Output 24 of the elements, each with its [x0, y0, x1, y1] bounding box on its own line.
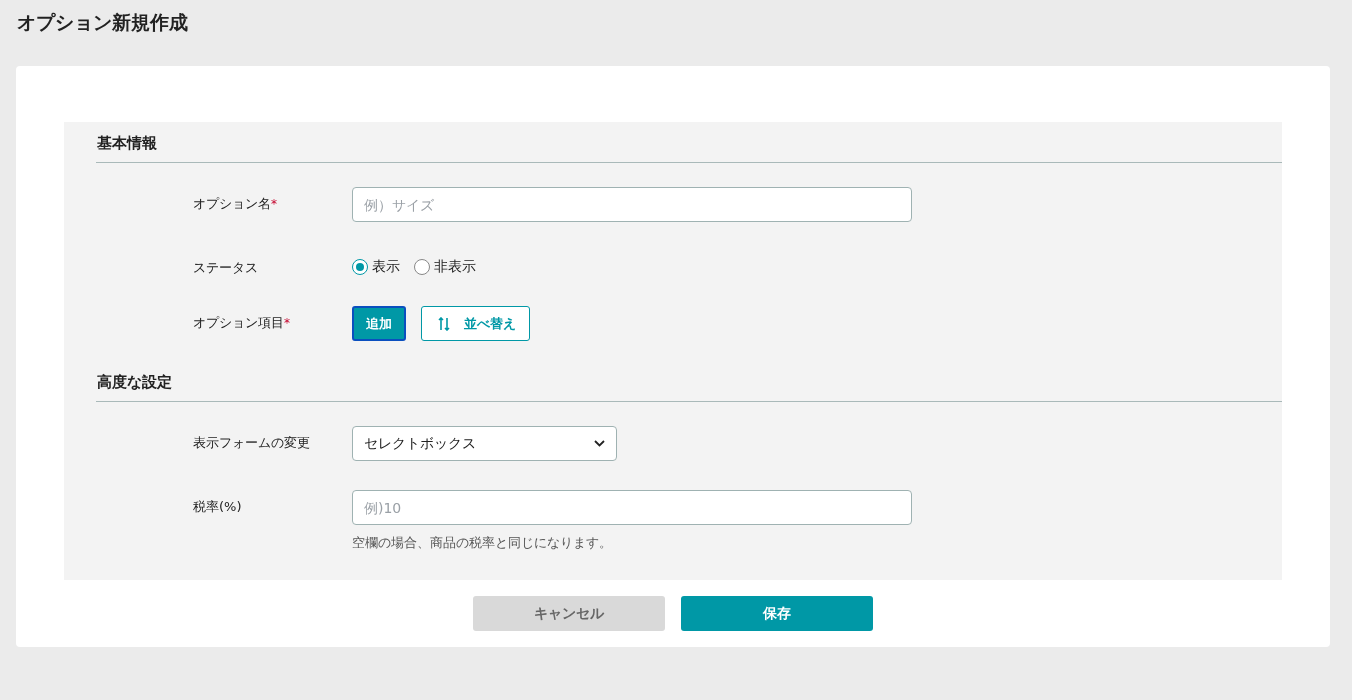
- sort-arrows-icon: [438, 316, 450, 331]
- section-heading: 基本情報: [96, 122, 1282, 163]
- radio-option[interactable]: 非表示: [414, 257, 476, 277]
- radio-button[interactable]: [352, 259, 368, 275]
- text-input-field[interactable]: 例）サイズ: [352, 187, 912, 222]
- section-heading: 高度な設定: [96, 361, 1282, 402]
- field-label: ステータス: [193, 259, 259, 277]
- field-label: オプション名*: [193, 195, 278, 213]
- save-button[interactable]: 保存: [681, 596, 873, 631]
- chevron-down-icon: [594, 440, 605, 447]
- field-label: 税率(%): [193, 498, 243, 516]
- hint-text: 空欄の場合、商品の税率と同じになります。: [352, 534, 613, 552]
- field-label: 表示フォームの変更: [193, 434, 311, 452]
- select-dropdown[interactable]: セレクトボックス: [352, 426, 617, 461]
- sort-button[interactable]: 並べ替え: [421, 306, 530, 341]
- required-mark: *: [284, 316, 290, 330]
- text-input-field[interactable]: 例)10: [352, 490, 912, 525]
- field-label: オプション項目*: [193, 314, 291, 332]
- radio-button[interactable]: [414, 259, 430, 275]
- radio-option[interactable]: 表示: [352, 257, 400, 277]
- required-mark: *: [271, 197, 277, 211]
- page-title: オプション新規作成: [17, 10, 189, 35]
- add-button[interactable]: 追加: [352, 306, 406, 341]
- cancel-button[interactable]: キャンセル: [473, 596, 665, 631]
